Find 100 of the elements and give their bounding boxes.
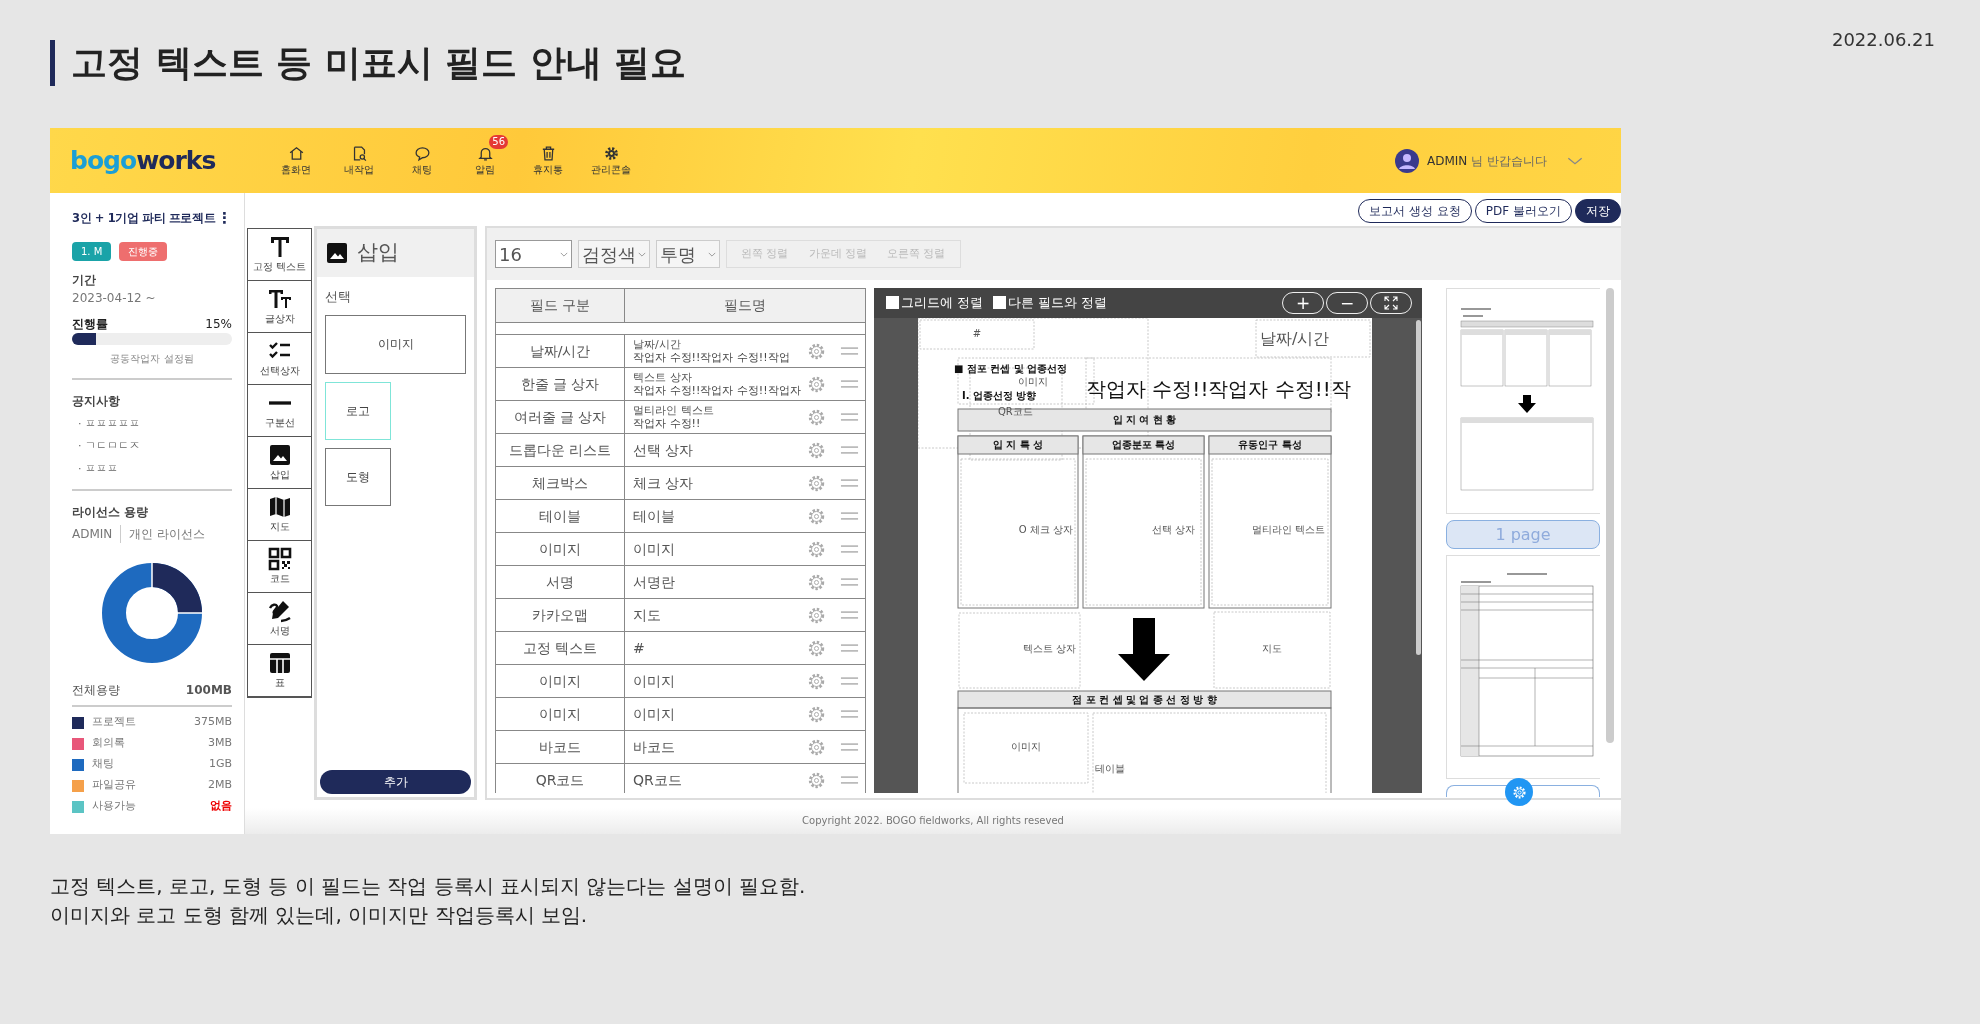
progress-label: 진행률: [72, 315, 108, 333]
settings-icon[interactable]: [807, 341, 826, 361]
notification-badge: 56: [489, 134, 508, 149]
drag-handle-icon[interactable]: [840, 346, 859, 356]
settings-icon[interactable]: [807, 407, 826, 427]
field-name: 텍스트 상자: [633, 371, 693, 384]
action-button[interactable]: PDF 불러오기: [1474, 198, 1572, 223]
notice-item[interactable]: · ㄱㄷㅁㄷㅈ: [78, 438, 232, 455]
drag-handle-icon[interactable]: [840, 412, 859, 422]
field-label: 텍스트 상자: [1021, 643, 1076, 654]
field-name: 지도: [633, 605, 662, 625]
scrollbar[interactable]: [1606, 288, 1614, 743]
form-heading: 유동인구 특성: [1237, 439, 1303, 450]
settings-icon[interactable]: [807, 737, 826, 757]
column-header: 필드명: [624, 288, 866, 323]
settings-button[interactable]: [1505, 778, 1533, 806]
field-name: 이미지: [633, 704, 676, 724]
field-label: 선택 상자: [1150, 524, 1195, 535]
settings-icon[interactable]: [807, 440, 826, 460]
field-name: QR코드: [633, 770, 682, 790]
caret-icon: [638, 251, 646, 257]
settings-icon[interactable]: [807, 506, 826, 526]
dropdown[interactable]: 투명: [656, 240, 720, 268]
nav-item[interactable]: 채팅: [391, 144, 454, 177]
drag-handle-icon[interactable]: [840, 709, 859, 719]
drag-handle-icon[interactable]: [840, 544, 859, 554]
scrollbar[interactable]: [1416, 320, 1421, 655]
note-text: 이미지와 로고 도형 함께 있는데, 이미지만 작업등록시 보임.: [50, 902, 589, 929]
field-label: 이미지: [1010, 741, 1042, 752]
avatar-icon: [1395, 148, 1420, 173]
drag-handle-icon[interactable]: [840, 676, 859, 686]
chevron-down-icon[interactable]: [1567, 156, 1583, 165]
add-button[interactable]: 추가: [320, 770, 471, 794]
legend-label: 프로젝트: [92, 714, 136, 731]
drag-handle-icon[interactable]: [840, 511, 859, 521]
settings-icon[interactable]: [807, 374, 826, 394]
option-button[interactable]: 로고: [325, 381, 391, 440]
checkbox[interactable]: 다른 필드와 정렬: [993, 293, 1108, 313]
section-label: 선택: [325, 288, 352, 306]
collaborator-note: 공동작업자 설정됨: [109, 351, 195, 366]
legend-value: 2MB: [207, 777, 232, 794]
settings-icon[interactable]: [807, 671, 826, 691]
settings-icon[interactable]: [807, 572, 826, 592]
field-label: 날짜/시간: [1260, 330, 1331, 348]
field-label: 작업자 수정!!작업자 수정!!작: [1086, 378, 1352, 400]
total-label: 전체용량: [72, 682, 120, 699]
nav-item[interactable]: 관리콘솔: [580, 144, 643, 177]
more-menu-button[interactable]: ⋮: [217, 207, 232, 230]
drag-handle-icon[interactable]: [840, 742, 859, 752]
notice-item[interactable]: · ㅍㅍㅍ: [78, 460, 232, 477]
dropdown[interactable]: 16: [495, 240, 572, 268]
nav-item[interactable]: 내작업: [328, 144, 391, 177]
settings-icon: [1511, 784, 1527, 800]
form-heading: 입 지 특 성: [991, 439, 1045, 450]
app-logo[interactable]: bogoworks: [70, 141, 216, 180]
nav-item[interactable]: 휴지통: [517, 144, 580, 177]
license-type: 개인 라이선스: [129, 526, 206, 543]
save-button[interactable]: 저장: [1575, 198, 1621, 223]
drag-handle-icon[interactable]: [840, 445, 859, 455]
drag-handle-icon[interactable]: [840, 610, 859, 620]
legend-label: 회의록: [92, 735, 125, 752]
drag-handle-icon[interactable]: [840, 577, 859, 587]
settings-icon[interactable]: [807, 704, 826, 724]
field-label: QR코드: [998, 406, 1034, 417]
notice-item[interactable]: · ㅍㅍㅍㅍㅍ: [78, 415, 232, 432]
drag-handle-icon[interactable]: [840, 643, 859, 653]
option-button[interactable]: 이미지: [325, 314, 466, 374]
drag-handle-icon[interactable]: [840, 478, 859, 488]
settings-icon[interactable]: [807, 605, 826, 625]
settings-icon[interactable]: [807, 473, 826, 493]
option-button[interactable]: 도형: [325, 447, 391, 506]
checkbox[interactable]: 그리드에 정렬: [886, 293, 984, 313]
field-label: 테이블: [1095, 763, 1126, 774]
field-name: 체크 상자: [633, 473, 694, 493]
table-cell: 날짜/시간: [495, 334, 625, 368]
form-heading: 입 지 여 현 황: [1111, 414, 1178, 425]
image-icon: [325, 241, 349, 265]
caret-icon: [560, 251, 568, 257]
total-value: 100MB: [185, 682, 232, 699]
drag-handle-icon[interactable]: [840, 379, 859, 389]
overlay-text: 작업자 수정!!: [633, 417, 702, 430]
nav-item[interactable]: 홈화면: [265, 144, 328, 177]
table-cell: 드롭다운 리스트: [495, 433, 625, 467]
field-name: 선택 상자: [633, 440, 694, 460]
table-cell: 고정 텍스트: [495, 631, 625, 665]
settings-icon[interactable]: [807, 770, 826, 790]
action-button[interactable]: 보고서 생성 요청: [1358, 198, 1472, 223]
table-cell: 서명: [495, 565, 625, 599]
table-cell: 테이블: [495, 499, 625, 533]
legend-label: 사용가능: [92, 798, 136, 815]
field-name: 서명란: [633, 572, 676, 592]
panel-title: 삽입: [357, 239, 399, 267]
legend-value: 1GB: [208, 756, 232, 773]
field-label: 멀티라인 텍스트: [1250, 524, 1325, 535]
table-cell: 이미지: [495, 697, 625, 731]
drag-handle-icon[interactable]: [840, 775, 859, 785]
settings-icon[interactable]: [807, 539, 826, 559]
settings-icon[interactable]: [807, 638, 826, 658]
dropdown[interactable]: 검정색: [578, 240, 650, 268]
map-icon: [267, 495, 292, 519]
